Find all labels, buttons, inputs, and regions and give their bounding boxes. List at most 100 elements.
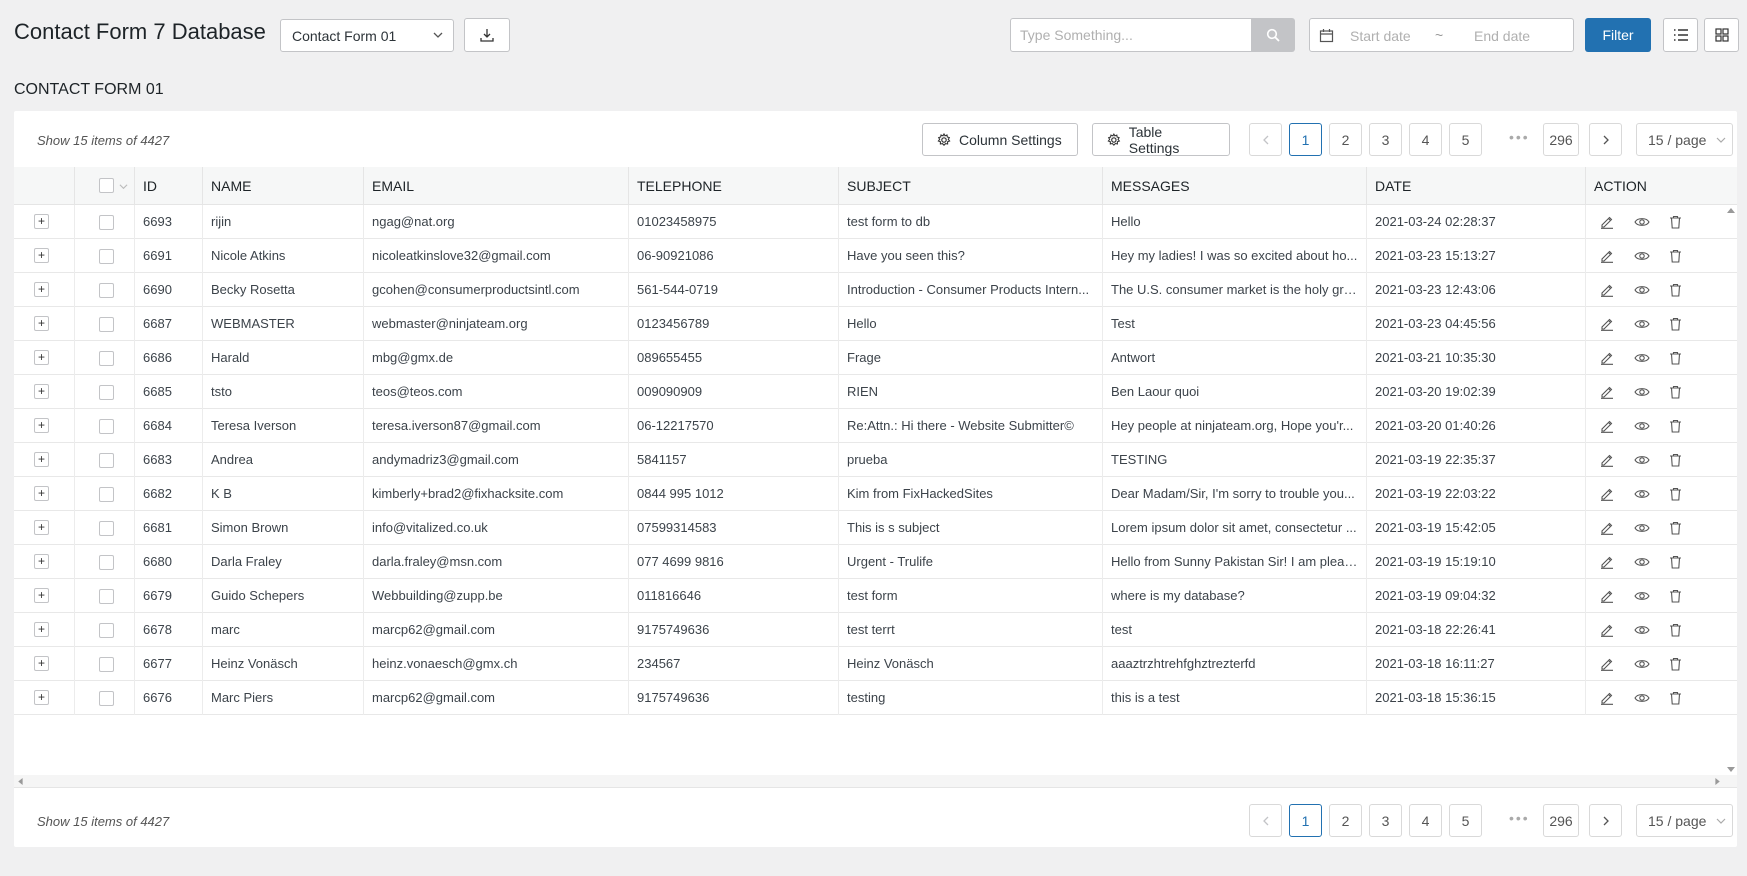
view-icon[interactable]: [1633, 587, 1651, 605]
row-checkbox[interactable]: [99, 555, 114, 570]
column-header-messages[interactable]: MESSAGES: [1102, 167, 1366, 205]
edit-icon[interactable]: [1598, 655, 1616, 673]
edit-icon[interactable]: [1598, 315, 1616, 333]
expand-row-button[interactable]: +: [34, 452, 49, 467]
delete-icon[interactable]: [1666, 281, 1684, 299]
prev-page-button[interactable]: [1249, 804, 1282, 837]
delete-icon[interactable]: [1666, 417, 1684, 435]
delete-icon[interactable]: [1666, 349, 1684, 367]
form-select[interactable]: Contact Form 01: [280, 19, 454, 52]
chevron-down-icon[interactable]: [119, 182, 128, 191]
expand-row-button[interactable]: +: [34, 316, 49, 331]
column-header-name[interactable]: NAME: [202, 167, 363, 205]
view-icon[interactable]: [1633, 553, 1651, 571]
page-ellipsis[interactable]: •••: [1509, 129, 1530, 145]
delete-icon[interactable]: [1666, 485, 1684, 503]
next-page-button[interactable]: [1589, 123, 1622, 156]
page-1-button[interactable]: 1: [1289, 804, 1322, 837]
expand-row-button[interactable]: +: [34, 622, 49, 637]
row-checkbox[interactable]: [99, 487, 114, 502]
search-button[interactable]: [1251, 18, 1295, 52]
expand-row-button[interactable]: +: [34, 554, 49, 569]
expand-row-button[interactable]: +: [34, 282, 49, 297]
view-icon[interactable]: [1633, 417, 1651, 435]
select-all-checkbox[interactable]: [99, 178, 114, 193]
search-input[interactable]: Type Something...: [1010, 18, 1252, 52]
row-checkbox[interactable]: [99, 249, 114, 264]
view-icon[interactable]: [1633, 485, 1651, 503]
edit-icon[interactable]: [1598, 417, 1616, 435]
row-checkbox[interactable]: [99, 657, 114, 672]
expand-row-button[interactable]: +: [34, 588, 49, 603]
expand-row-button[interactable]: +: [34, 520, 49, 535]
edit-icon[interactable]: [1598, 213, 1616, 231]
row-checkbox[interactable]: [99, 691, 114, 706]
column-header-email[interactable]: EMAIL: [363, 167, 628, 205]
view-icon[interactable]: [1633, 281, 1651, 299]
row-checkbox[interactable]: [99, 215, 114, 230]
expand-row-button[interactable]: +: [34, 350, 49, 365]
delete-icon[interactable]: [1666, 689, 1684, 707]
edit-icon[interactable]: [1598, 621, 1616, 639]
delete-icon[interactable]: [1666, 553, 1684, 571]
delete-icon[interactable]: [1666, 519, 1684, 537]
export-button[interactable]: [464, 18, 510, 52]
page-2-button[interactable]: 2: [1329, 123, 1362, 156]
view-icon[interactable]: [1633, 315, 1651, 333]
edit-icon[interactable]: [1598, 247, 1616, 265]
expand-row-button[interactable]: +: [34, 418, 49, 433]
edit-icon[interactable]: [1598, 349, 1616, 367]
column-settings-button[interactable]: Column Settings: [922, 123, 1078, 156]
row-checkbox[interactable]: [99, 283, 114, 298]
delete-icon[interactable]: [1666, 213, 1684, 231]
page-ellipsis[interactable]: •••: [1509, 810, 1530, 826]
expand-row-button[interactable]: +: [34, 248, 49, 263]
edit-icon[interactable]: [1598, 383, 1616, 401]
last-page-button[interactable]: 296: [1543, 123, 1579, 156]
view-icon[interactable]: [1633, 689, 1651, 707]
horizontal-scrollbar[interactable]: [14, 775, 1737, 787]
column-header-id[interactable]: ID: [134, 167, 202, 205]
delete-icon[interactable]: [1666, 383, 1684, 401]
end-date-input[interactable]: End date: [1474, 28, 1530, 44]
expand-row-button[interactable]: +: [34, 690, 49, 705]
page-3-button[interactable]: 3: [1369, 804, 1402, 837]
view-icon[interactable]: [1633, 247, 1651, 265]
page-5-button[interactable]: 5: [1449, 123, 1482, 156]
view-icon[interactable]: [1633, 655, 1651, 673]
row-checkbox[interactable]: [99, 351, 114, 366]
page-2-button[interactable]: 2: [1329, 804, 1362, 837]
table-settings-button[interactable]: Table Settings: [1092, 123, 1230, 156]
delete-icon[interactable]: [1666, 655, 1684, 673]
prev-page-button[interactable]: [1249, 123, 1282, 156]
row-checkbox[interactable]: [99, 385, 114, 400]
edit-icon[interactable]: [1598, 485, 1616, 503]
view-icon[interactable]: [1633, 621, 1651, 639]
expand-row-button[interactable]: +: [34, 656, 49, 671]
row-checkbox[interactable]: [99, 623, 114, 638]
filter-button[interactable]: Filter: [1585, 18, 1651, 52]
view-icon[interactable]: [1633, 519, 1651, 537]
row-checkbox[interactable]: [99, 589, 114, 604]
edit-icon[interactable]: [1598, 519, 1616, 537]
column-header-subject[interactable]: SUBJECT: [838, 167, 1102, 205]
row-checkbox[interactable]: [99, 317, 114, 332]
edit-icon[interactable]: [1598, 553, 1616, 571]
next-page-button[interactable]: [1589, 804, 1622, 837]
delete-icon[interactable]: [1666, 451, 1684, 469]
edit-icon[interactable]: [1598, 451, 1616, 469]
column-header-telephone[interactable]: TELEPHONE: [628, 167, 838, 205]
row-checkbox[interactable]: [99, 453, 114, 468]
delete-icon[interactable]: [1666, 315, 1684, 333]
start-date-input[interactable]: Start date: [1350, 28, 1411, 44]
view-icon[interactable]: [1633, 451, 1651, 469]
date-range-picker[interactable]: Start date ~ End date: [1309, 18, 1574, 52]
delete-icon[interactable]: [1666, 247, 1684, 265]
expand-row-button[interactable]: +: [34, 486, 49, 501]
edit-icon[interactable]: [1598, 281, 1616, 299]
vertical-scrollbar[interactable]: [1725, 205, 1737, 775]
page-5-button[interactable]: 5: [1449, 804, 1482, 837]
delete-icon[interactable]: [1666, 621, 1684, 639]
per-page-select[interactable]: 15 / page: [1636, 804, 1733, 837]
view-icon[interactable]: [1633, 349, 1651, 367]
